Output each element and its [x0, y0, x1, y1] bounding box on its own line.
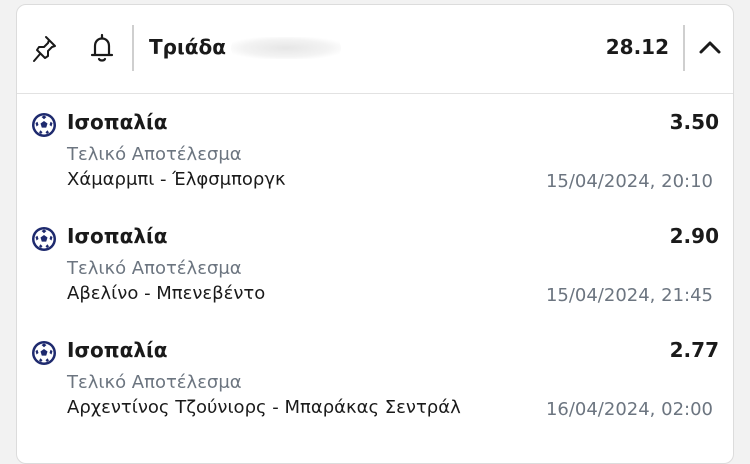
bet-item[interactable]: Ισοπαλία 2.90 Τελικό Αποτέλεσμα Αβελίνο … — [17, 208, 733, 322]
football-icon — [32, 341, 56, 365]
bet-selection: Ισοπαλία — [67, 338, 168, 362]
bet-match: Αρχεντίνος Τζούνιορς - Μπαράκας Σεντράλ — [67, 397, 461, 418]
betslip-title: Τριάδα — [149, 35, 226, 59]
bet-market: Τελικό Αποτέλεσμα — [67, 258, 242, 279]
football-icon — [32, 113, 56, 137]
total-odds: 28.12 — [605, 35, 669, 59]
redacted-name — [231, 37, 341, 59]
bet-datetime: 15/04/2024, 20:10 — [545, 171, 713, 192]
bet-selection: Ισοπαλία — [67, 224, 168, 248]
bet-selection: Ισοπαλία — [67, 110, 168, 134]
bet-item[interactable]: Ισοπαλία 2.77 Τελικό Αποτέλεσμα Αρχεντίν… — [17, 322, 733, 436]
bet-match: Αβελίνο - Μπενεβέντο — [67, 283, 266, 304]
pin-icon[interactable] — [31, 33, 59, 65]
bet-odds: 3.50 — [669, 110, 719, 134]
football-icon — [32, 227, 56, 251]
header-divider — [132, 25, 134, 71]
betslip-header[interactable]: Τριάδα 28.12 — [17, 5, 733, 94]
bet-odds: 2.77 — [669, 338, 719, 362]
betslip-card: Τριάδα 28.12 Ισοπαλία 3.50 Τελικό Αποτέλ… — [16, 4, 734, 464]
bet-datetime: 15/04/2024, 21:45 — [545, 285, 713, 306]
bell-icon[interactable] — [89, 32, 115, 64]
bet-match: Χάμαρμπι - Έλφσμποργκ — [67, 169, 286, 190]
bet-market: Τελικό Αποτέλεσμα — [67, 144, 242, 165]
bet-item[interactable]: Ισοπαλία 3.50 Τελικό Αποτέλεσμα Χάμαρμπι… — [17, 94, 733, 208]
header-divider — [683, 25, 685, 71]
bet-market: Τελικό Αποτέλεσμα — [67, 372, 242, 393]
bet-datetime: 16/04/2024, 02:00 — [545, 399, 713, 420]
bet-odds: 2.90 — [669, 224, 719, 248]
chevron-up-icon[interactable] — [698, 37, 722, 57]
